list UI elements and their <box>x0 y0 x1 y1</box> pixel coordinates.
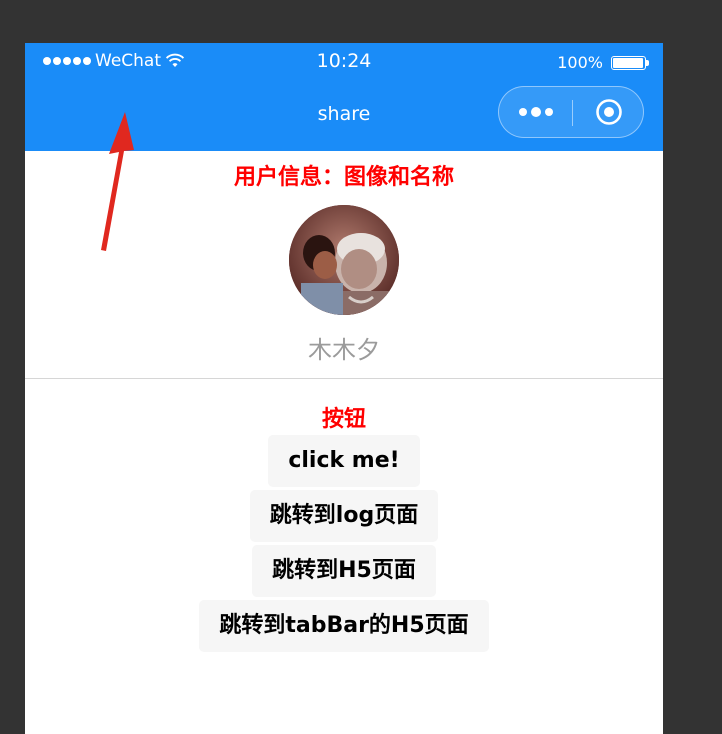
red-arrow-annotation <box>101 112 134 251</box>
goto-tabbar-h5-button[interactable]: 跳转到tabBar的H5页面 <box>199 600 489 652</box>
avatar <box>289 205 399 315</box>
more-button[interactable] <box>499 87 572 137</box>
battery-percent: 100% <box>557 53 603 72</box>
status-right: 100% <box>557 53 649 72</box>
status-bar: WeChat 10:24 100% <box>25 43 663 81</box>
goto-h5-button[interactable]: 跳转到H5页面 <box>252 545 436 597</box>
buttons-title: 按钮 <box>321 407 366 432</box>
avatar-image <box>289 205 399 315</box>
user-nickname: 木木夕 <box>308 336 380 364</box>
close-icon <box>596 99 622 125</box>
click-me-button[interactable]: click me! <box>268 435 420 487</box>
menu-capsule <box>498 86 644 138</box>
more-icon <box>518 108 527 116</box>
battery-icon <box>611 55 649 70</box>
section-divider <box>25 378 663 379</box>
goto-log-button[interactable]: 跳转到log页面 <box>249 490 439 542</box>
close-button[interactable] <box>573 87 645 137</box>
button-list: click me! 跳转到log页面 跳转到H5页面 跳转到tabBar的H5页… <box>25 435 663 655</box>
